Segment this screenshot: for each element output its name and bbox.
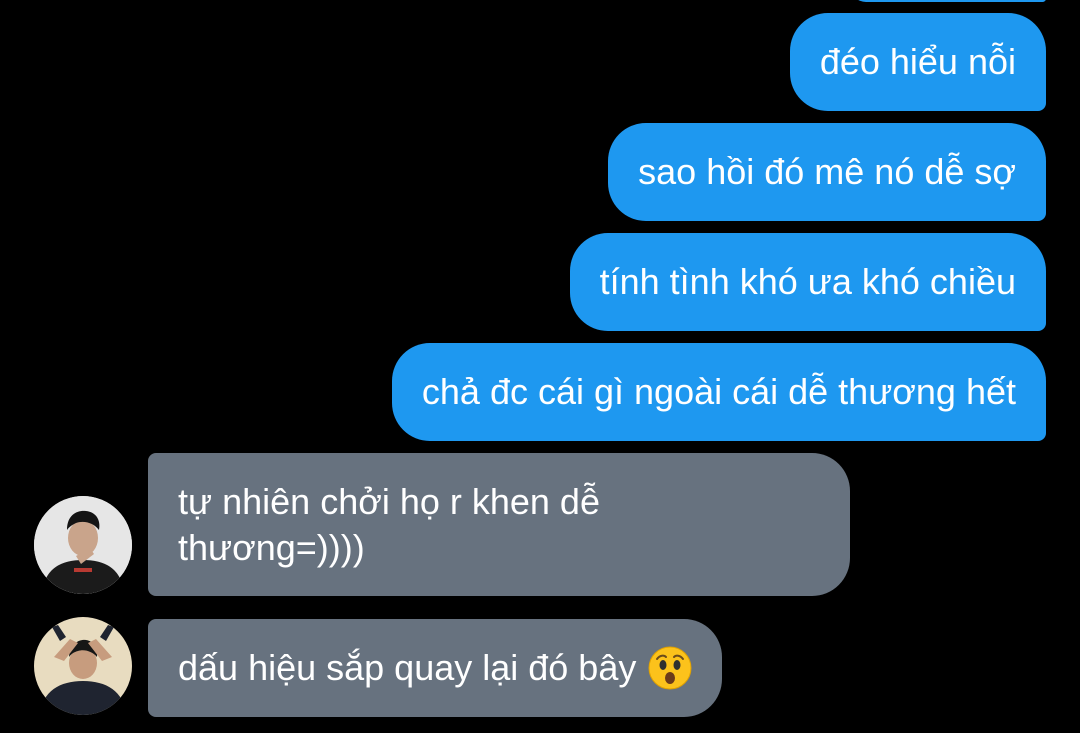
astonished-face-icon <box>648 646 692 690</box>
message-text: đéo hiểu nỗi <box>819 41 1016 82</box>
outgoing-message-bubble[interactable]: đéo hiểu nỗi <box>789 13 1046 111</box>
user-avatar-icon[interactable] <box>34 617 132 715</box>
previous-message-bubble <box>850 0 1046 2</box>
message-text-line: tự nhiên chởi họ r khen dễ <box>178 480 600 522</box>
message-text: chả đc cái gì ngoài cái dễ thương hết <box>421 371 1016 412</box>
user-avatar-icon[interactable] <box>34 496 132 594</box>
message-text: sao hồi đó mê nó dễ sợ <box>638 151 1016 192</box>
outgoing-message-bubble[interactable]: sao hồi đó mê nó dễ sợ <box>608 123 1046 221</box>
message-text: tính tình khó ưa khó chiều <box>599 261 1016 302</box>
outgoing-message-bubble[interactable]: chả đc cái gì ngoài cái dễ thương hết <box>391 343 1046 441</box>
incoming-message-bubble[interactable]: dấu hiệu sắp quay lại đó bây <box>148 619 723 717</box>
message-text-line: thương=)))) <box>178 526 365 568</box>
outgoing-message-bubble[interactable]: tính tình khó ưa khó chiều <box>569 233 1046 331</box>
incoming-message-bubble[interactable]: tự nhiên chởi họ r khen dễ thương=)))) <box>148 453 850 596</box>
message-text: dấu hiệu sắp quay lại đó bây <box>178 647 637 688</box>
